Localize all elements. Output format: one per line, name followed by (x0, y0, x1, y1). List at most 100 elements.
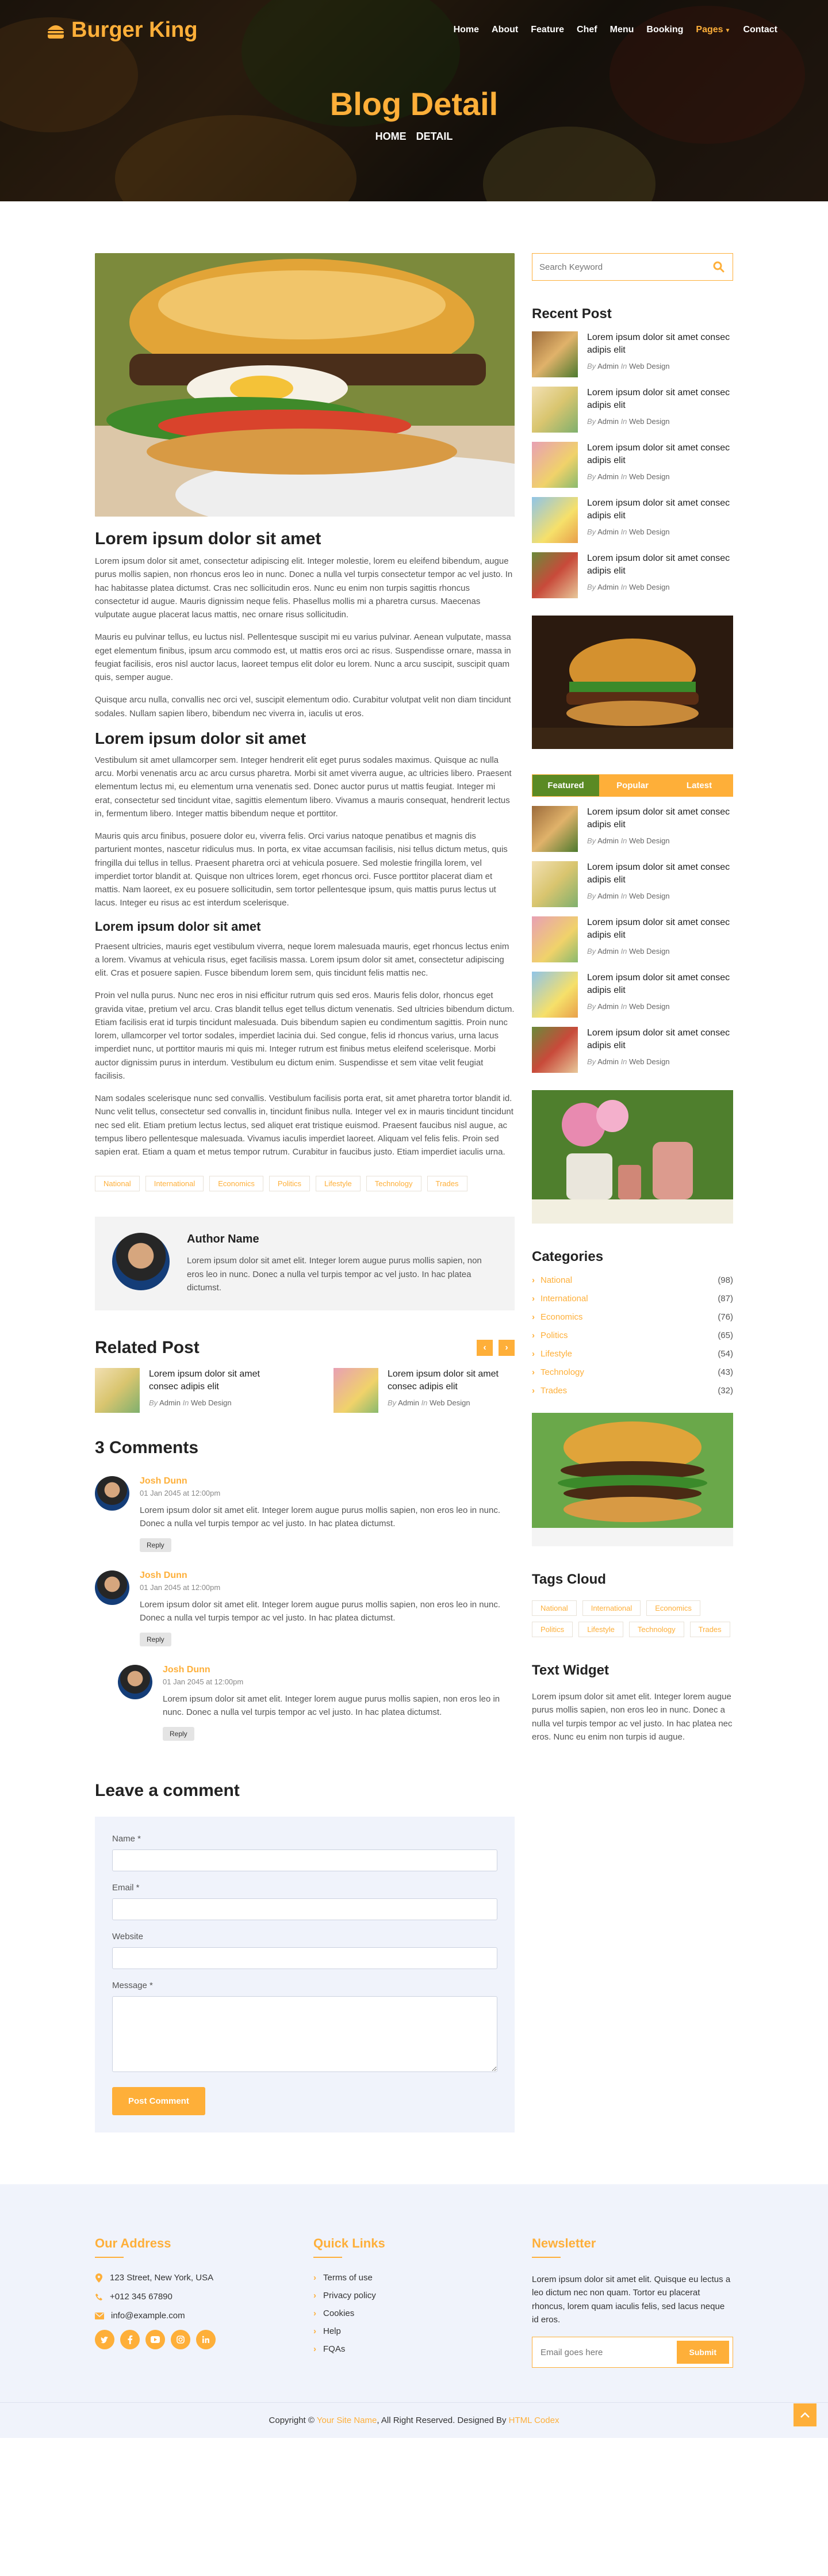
category-name[interactable]: Trades (532, 1386, 567, 1396)
post-category[interactable]: Web Design (629, 892, 670, 900)
message-field[interactable] (112, 1996, 497, 2072)
tab-post[interactable]: Lorem ipsum dolor sit amet consec adipis… (532, 861, 733, 907)
designer-link[interactable]: HTML Codex (509, 2416, 559, 2425)
post-comment-button[interactable]: Post Comment (112, 2087, 205, 2115)
category-item[interactable]: Technology (43) (532, 1367, 733, 1377)
tag-trades[interactable]: Trades (689, 1622, 730, 1637)
post-author[interactable]: Admin (597, 947, 619, 956)
tag-politics[interactable]: Politics (532, 1622, 573, 1637)
search-button[interactable] (705, 254, 733, 280)
category-item[interactable]: Lifestyle (54) (532, 1349, 733, 1359)
post-category[interactable]: Web Design (629, 1057, 670, 1066)
newsletter-email-input[interactable] (536, 2347, 677, 2357)
website-field[interactable] (112, 1947, 497, 1969)
category-name[interactable]: Technology (532, 1367, 584, 1377)
tab-post[interactable]: Lorem ipsum dolor sit amet consec adipis… (532, 1027, 733, 1073)
footer-link-help[interactable]: Help (313, 2326, 515, 2336)
post-title[interactable]: Lorem ipsum dolor sit amet consec adipis… (587, 916, 733, 942)
twitter-link[interactable] (95, 2330, 114, 2349)
tag-technology[interactable]: Technology (366, 1176, 421, 1192)
email-field[interactable] (112, 1898, 497, 1920)
category-name[interactable]: Lifestyle (532, 1349, 572, 1359)
footer-link-faqs[interactable]: FQAs (313, 2344, 515, 2354)
post-author[interactable]: Admin (398, 1398, 419, 1407)
category-item[interactable]: National (98) (532, 1275, 733, 1285)
post-title[interactable]: Lorem ipsum dolor sit amet consec adipis… (587, 806, 733, 832)
nav-home[interactable]: Home (449, 20, 484, 40)
tag-national[interactable]: National (95, 1176, 140, 1192)
post-category[interactable]: Web Design (629, 1002, 670, 1011)
post-author[interactable]: Admin (597, 892, 619, 900)
post-author[interactable]: Admin (597, 362, 619, 370)
tag-national[interactable]: National (532, 1600, 577, 1616)
search-input[interactable] (532, 254, 705, 280)
category-name[interactable]: Politics (532, 1331, 568, 1340)
post-category[interactable]: Web Design (629, 362, 670, 370)
chevron-left-icon[interactable]: ‹ (477, 1340, 493, 1356)
post-author[interactable]: Admin (597, 583, 619, 591)
tab-popular[interactable]: Popular (599, 775, 666, 796)
post-title[interactable]: Lorem ipsum dolor sit amet consec adipis… (587, 387, 733, 412)
recent-post[interactable]: Lorem ipsum dolor sit amet consec adipis… (532, 387, 733, 433)
recent-post[interactable]: Lorem ipsum dolor sit amet consec adipis… (532, 331, 733, 377)
post-title[interactable]: Lorem ipsum dolor sit amet consec adipis… (587, 497, 733, 523)
post-category[interactable]: Web Design (629, 417, 670, 426)
tag-politics[interactable]: Politics (269, 1176, 310, 1192)
tag-trades[interactable]: Trades (427, 1176, 467, 1192)
category-name[interactable]: National (532, 1275, 572, 1285)
post-author[interactable]: Admin (597, 1057, 619, 1066)
facebook-link[interactable] (120, 2330, 140, 2349)
related-post[interactable]: Lorem ipsum dolor sit amet consec adipis… (95, 1368, 276, 1413)
recent-post[interactable]: Lorem ipsum dolor sit amet consec adipis… (532, 552, 733, 598)
post-title[interactable]: Lorem ipsum dolor sit amet consec adipis… (587, 552, 733, 578)
tab-featured[interactable]: Featured (532, 775, 599, 796)
name-field[interactable] (112, 1849, 497, 1871)
chevron-right-icon[interactable]: › (499, 1340, 515, 1356)
post-title[interactable]: Lorem ipsum dolor sit amet consec adipis… (587, 1027, 733, 1053)
newsletter-submit-button[interactable]: Submit (676, 2341, 729, 2364)
post-author[interactable]: Admin (597, 1002, 619, 1011)
brand-logo[interactable]: Burger King (46, 18, 198, 43)
breadcrumb-home[interactable]: HOME (375, 131, 407, 142)
instagram-link[interactable] (171, 2330, 190, 2349)
post-title[interactable]: Lorem ipsum dolor sit amet consec adipis… (388, 1368, 515, 1394)
reply-button[interactable]: Reply (140, 1538, 171, 1552)
footer-link-terms[interactable]: Terms of use (313, 2273, 515, 2283)
post-category[interactable]: Web Design (430, 1398, 470, 1407)
comment-author[interactable]: Josh Dunn (140, 1570, 515, 1581)
tag-lifestyle[interactable]: Lifestyle (578, 1622, 623, 1637)
comment-author[interactable]: Josh Dunn (163, 1665, 515, 1675)
linkedin-link[interactable] (196, 2330, 216, 2349)
nav-about[interactable]: About (487, 20, 523, 40)
post-author[interactable]: Admin (597, 528, 619, 536)
reply-button[interactable]: Reply (140, 1633, 171, 1646)
tab-post[interactable]: Lorem ipsum dolor sit amet consec adipis… (532, 806, 733, 852)
post-author[interactable]: Admin (159, 1398, 181, 1407)
youtube-link[interactable] (145, 2330, 165, 2349)
tab-post[interactable]: Lorem ipsum dolor sit amet consec adipis… (532, 916, 733, 962)
tab-latest[interactable]: Latest (666, 775, 733, 796)
post-author[interactable]: Admin (597, 836, 619, 845)
tag-economics[interactable]: Economics (209, 1176, 263, 1192)
post-title[interactable]: Lorem ipsum dolor sit amet consec adipis… (587, 861, 733, 887)
comment-author[interactable]: Josh Dunn (140, 1476, 515, 1486)
post-category[interactable]: Web Design (629, 472, 670, 481)
footer-link-cookies[interactable]: Cookies (313, 2309, 515, 2318)
related-post[interactable]: Lorem ipsum dolor sit amet consec adipis… (334, 1368, 515, 1413)
tab-post[interactable]: Lorem ipsum dolor sit amet consec adipis… (532, 972, 733, 1018)
category-item[interactable]: Trades (32) (532, 1386, 733, 1396)
recent-post[interactable]: Lorem ipsum dolor sit amet consec adipis… (532, 497, 733, 543)
post-category[interactable]: Web Design (629, 836, 670, 845)
footer-link-privacy[interactable]: Privacy policy (313, 2291, 515, 2300)
post-author[interactable]: Admin (597, 472, 619, 481)
nav-pages-dropdown[interactable]: Pages ▼ (691, 20, 735, 40)
post-category[interactable]: Web Design (629, 528, 670, 536)
post-title[interactable]: Lorem ipsum dolor sit amet consec adipis… (149, 1368, 276, 1394)
category-name[interactable]: International (532, 1294, 588, 1304)
tag-lifestyle[interactable]: Lifestyle (316, 1176, 361, 1192)
back-to-top-button[interactable] (793, 2403, 816, 2426)
reply-button[interactable]: Reply (163, 1727, 194, 1741)
post-category[interactable]: Web Design (191, 1398, 232, 1407)
category-item[interactable]: Economics (76) (532, 1312, 733, 1322)
tag-economics[interactable]: Economics (646, 1600, 700, 1616)
